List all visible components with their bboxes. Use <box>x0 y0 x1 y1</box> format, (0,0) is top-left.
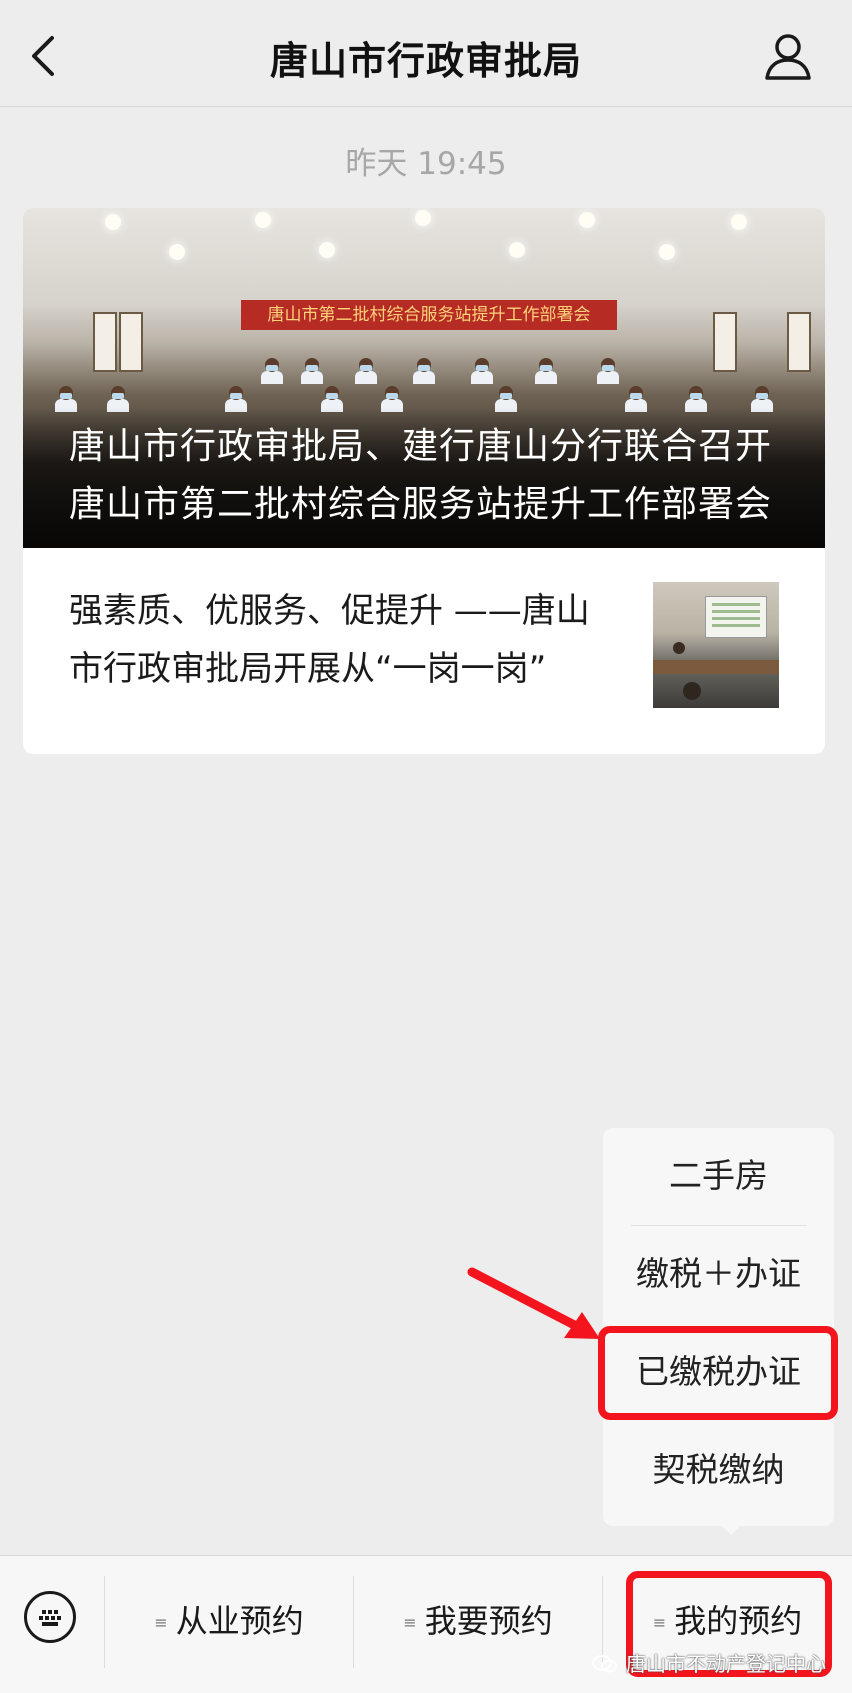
attendees-row <box>23 358 825 384</box>
menu-button-industry-booking[interactable]: ≡ 从业预约 <box>105 1556 353 1693</box>
meeting-banner: 唐山市第二批村综合服务站提升工作部署会 <box>241 300 617 330</box>
annotation-arrow <box>467 1267 600 1339</box>
ceiling-light <box>105 214 121 230</box>
watermark-text: 唐山市不动产登记中心 <box>626 1652 826 1676</box>
keyboard-toggle-button[interactable] <box>24 1591 76 1643</box>
ceiling-light <box>169 244 185 260</box>
submenu-caret <box>718 1522 744 1535</box>
menu-button-make-booking[interactable]: ≡ 我要预约 <box>354 1556 602 1693</box>
menu-lines-icon: ≡ <box>403 1613 417 1632</box>
submenu-item-pay-tax-and-certify[interactable]: 缴税＋办证 <box>603 1226 834 1322</box>
submenu-item-second-hand-house[interactable]: 二手房 <box>603 1128 834 1224</box>
main-article-title: 唐山市行政审批局、建行唐山分行联合召开唐山市第二批村综合服务站提升工作部署会 <box>69 426 773 525</box>
ceiling-light <box>731 214 747 230</box>
ceiling-light <box>255 212 271 228</box>
ceiling-light <box>659 244 675 260</box>
ceiling-light <box>319 242 335 258</box>
main-article[interactable]: 唐山市第二批村综合服务站提升工作部署会 唐山市行政审批局、建行唐山分行联合召开唐… <box>23 208 825 548</box>
sub-article-thumbnail <box>653 582 779 708</box>
person-icon <box>765 34 811 80</box>
ceiling-light <box>415 210 431 226</box>
menu-button-label: 从业预约 <box>175 1602 304 1640</box>
ceiling-light <box>579 212 595 228</box>
annotation-highlight-submenu-item <box>598 1326 838 1420</box>
message-timestamp: 昨天 19:45 <box>345 146 507 182</box>
article-card: 唐山市第二批村综合服务站提升工作部署会 唐山市行政审批局、建行唐山分行联合召开唐… <box>23 208 825 754</box>
nav-header: 唐山市行政审批局 <box>0 0 852 107</box>
sub-article[interactable]: 强素质、优服务、促提升 ——唐山市行政审批局开展从“一岗一岗” <box>23 548 825 754</box>
profile-button[interactable] <box>762 32 814 82</box>
keyboard-icon <box>39 1610 61 1626</box>
ceiling-light <box>509 242 525 258</box>
sub-article-title: 强素质、优服务、促提升 ——唐山市行政审批局开展从“一岗一岗” <box>69 591 590 689</box>
submenu-item-deed-tax-payment[interactable]: 契税缴纳 <box>603 1422 834 1518</box>
page-title: 唐山市行政审批局 <box>269 39 582 83</box>
wechat-logo-icon <box>592 1655 617 1673</box>
menu-lines-icon: ≡ <box>154 1613 168 1632</box>
menu-button-label: 我要预约 <box>424 1602 553 1640</box>
watermark: 唐山市不动产登记中心 <box>592 1648 826 1677</box>
